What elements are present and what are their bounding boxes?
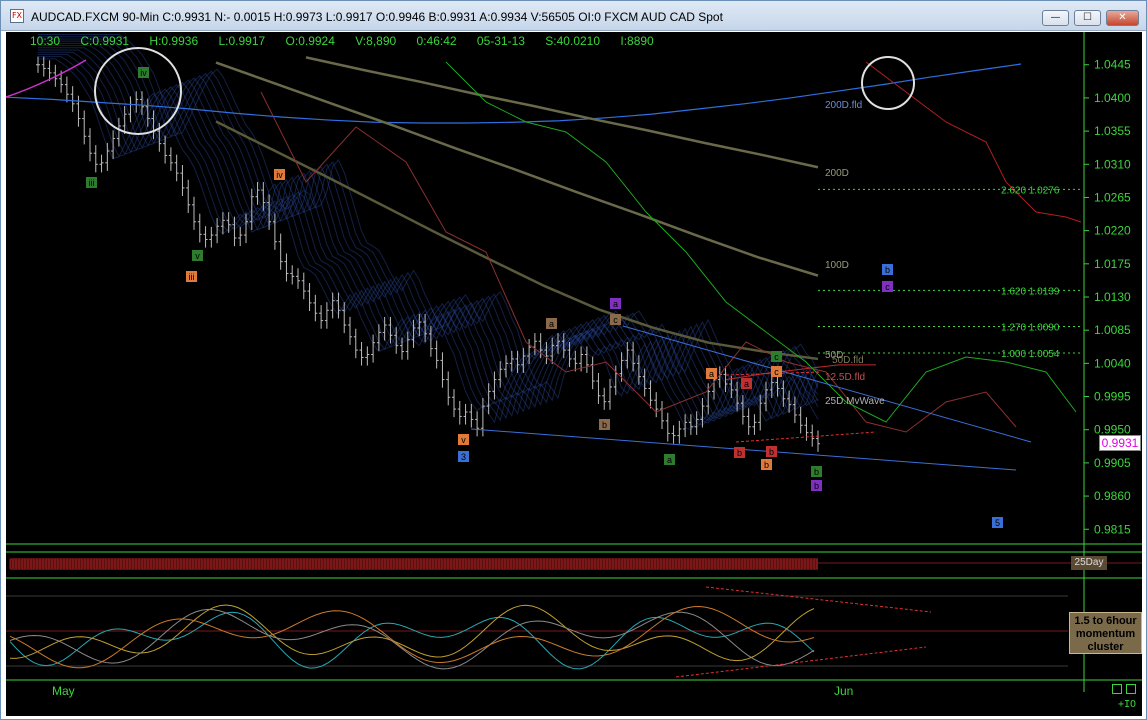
- info-open: O:0.9924: [285, 34, 335, 48]
- y-tick-label: 1.0220: [1094, 224, 1131, 238]
- wave-label: b: [814, 481, 819, 491]
- wave-label: iv: [276, 170, 283, 180]
- wave-label: iii: [189, 272, 195, 282]
- wave-label: c: [613, 315, 618, 325]
- mvwave-ribbon-line: [38, 56, 819, 429]
- y-tick-label: 1.0445: [1094, 58, 1131, 72]
- wave-label: b: [769, 447, 774, 457]
- band-label: 25Day: [1071, 556, 1107, 570]
- momentum-label-line-1: 1.5 to 6hour: [1074, 615, 1137, 627]
- wave-label: c: [774, 367, 779, 377]
- fib-level-label: 1.620 1.0139: [1001, 286, 1060, 297]
- chart-window: FX AUDCAD.FXCM 90-Min C:0.9931 N:- 0.001…: [0, 0, 1147, 720]
- wave-label: v: [195, 251, 200, 261]
- title-bar[interactable]: FX AUDCAD.FXCM 90-Min C:0.9931 N:- 0.001…: [1, 1, 1146, 31]
- minimize-button[interactable]: —: [1042, 10, 1069, 26]
- y-tick-label: 1.0130: [1094, 290, 1131, 304]
- wave-label: c: [885, 282, 890, 292]
- label-25d-mvwave: 25D.MvWave: [825, 396, 885, 407]
- wave-label: a: [549, 319, 554, 329]
- momentum-oscillator-line: [9, 608, 815, 670]
- y-tick-label: 1.0040: [1094, 356, 1131, 370]
- momentum-label-line-3: cluster: [1087, 641, 1124, 653]
- cycle-green-line: [445, 61, 1077, 423]
- wave-label: c: [774, 352, 779, 362]
- wave-label: b: [737, 448, 742, 458]
- momentum-cluster-label: 1.5 to 6hour momentum cluster: [1069, 612, 1142, 654]
- momentum-oscillator-line: [9, 611, 815, 670]
- info-close: C:0.9931: [80, 34, 130, 48]
- last-price-tag: 0.9931: [1099, 435, 1141, 451]
- close-button[interactable]: ✕: [1106, 10, 1139, 26]
- x-tick-may: May: [52, 684, 75, 698]
- label-100d: 100D: [825, 260, 849, 271]
- wave-label: a: [613, 299, 618, 309]
- wave-label: iii: [89, 178, 95, 188]
- info-low: L:0.9917: [218, 34, 266, 48]
- wave-label: a: [709, 369, 714, 379]
- info-i-value: I:8890: [620, 34, 654, 48]
- y-tick-label: 0.9860: [1094, 489, 1131, 503]
- momentum-trend-line: [675, 646, 927, 678]
- label-12-5d-fld: 12.5D.fld: [825, 372, 865, 383]
- y-tick-label: 1.0400: [1094, 91, 1131, 105]
- wave-label: b: [814, 467, 819, 477]
- momentum-trend-line: [705, 586, 932, 613]
- window-title: AUDCAD.FXCM 90-Min C:0.9931 N:- 0.0015 H…: [31, 10, 723, 24]
- panel-toggle-box-2[interactable]: [1126, 684, 1136, 694]
- label-50d-fld: 50D.fld: [832, 355, 864, 366]
- info-elapsed: 0:46:42: [416, 34, 457, 48]
- price-chart[interactable]: 1.0445 1.0400 1.0355 1.0310 1.0265 1.0220 1.01…: [6, 32, 1142, 716]
- y-tick-label: 1.0355: [1094, 124, 1131, 138]
- mvwave-ribbon-line: [38, 40, 819, 413]
- wave-label: 5: [995, 518, 1000, 528]
- panel-toggle-box-1[interactable]: [1112, 684, 1122, 694]
- wave-label: b: [602, 420, 607, 430]
- y-tick-label: 1.0175: [1094, 257, 1131, 271]
- wave-label: 3: [461, 452, 466, 462]
- wave-label: iv: [140, 68, 147, 78]
- wave-label: b: [885, 265, 890, 275]
- wave-label: v: [461, 435, 466, 445]
- bar-info-readout: 10:30 C:0.9931 H:0.9936 L:0.9917 O:0.992…: [6, 34, 671, 50]
- y-tick-label: 1.0085: [1094, 323, 1131, 337]
- info-high: H:0.9936: [149, 34, 199, 48]
- ma-200d-line: [305, 56, 819, 169]
- io-toggle[interactable]: +IO: [1118, 699, 1136, 710]
- fib-level-label: 2.620 1.0276: [1001, 185, 1060, 196]
- fib-level-label: 1.000 1.0054: [1001, 349, 1060, 360]
- app-icon: FX: [10, 9, 24, 23]
- y-tick-label: 0.9815: [1094, 522, 1131, 536]
- y-tick-label: 0.9905: [1094, 456, 1131, 470]
- momentum-oscillator-line: [9, 604, 815, 662]
- y-tick-label: 1.0310: [1094, 157, 1131, 171]
- y-tick-label: 1.0265: [1094, 190, 1131, 204]
- mvwave-ribbon-line: [38, 36, 819, 409]
- label-200d-fld: 200D.fld: [825, 100, 862, 111]
- y-tick-label: 0.9995: [1094, 390, 1131, 404]
- wave-label: a: [667, 455, 672, 465]
- info-s-value: S:40.0210: [545, 34, 601, 48]
- info-time: 10:30: [30, 34, 61, 48]
- momentum-label-line-2: momentum: [1075, 628, 1136, 640]
- chart-area[interactable]: 1.0445 1.0400 1.0355 1.0310 1.0265 1.0220 1.01…: [6, 32, 1142, 716]
- cycle-red-projection: [865, 61, 1082, 223]
- x-tick-jun: Jun: [834, 684, 854, 698]
- info-volume: V:8,890: [355, 34, 397, 48]
- ma-100d-line: [215, 61, 819, 277]
- maximize-button[interactable]: ☐: [1074, 10, 1101, 26]
- fib-level-label: 1.270 1.0090: [1001, 322, 1060, 333]
- label-200d: 200D: [825, 168, 849, 179]
- highlight-circle: [861, 56, 915, 110]
- wave-label: b: [764, 460, 769, 470]
- info-date: 05-31-13: [476, 34, 525, 48]
- wave-label: a: [744, 379, 749, 389]
